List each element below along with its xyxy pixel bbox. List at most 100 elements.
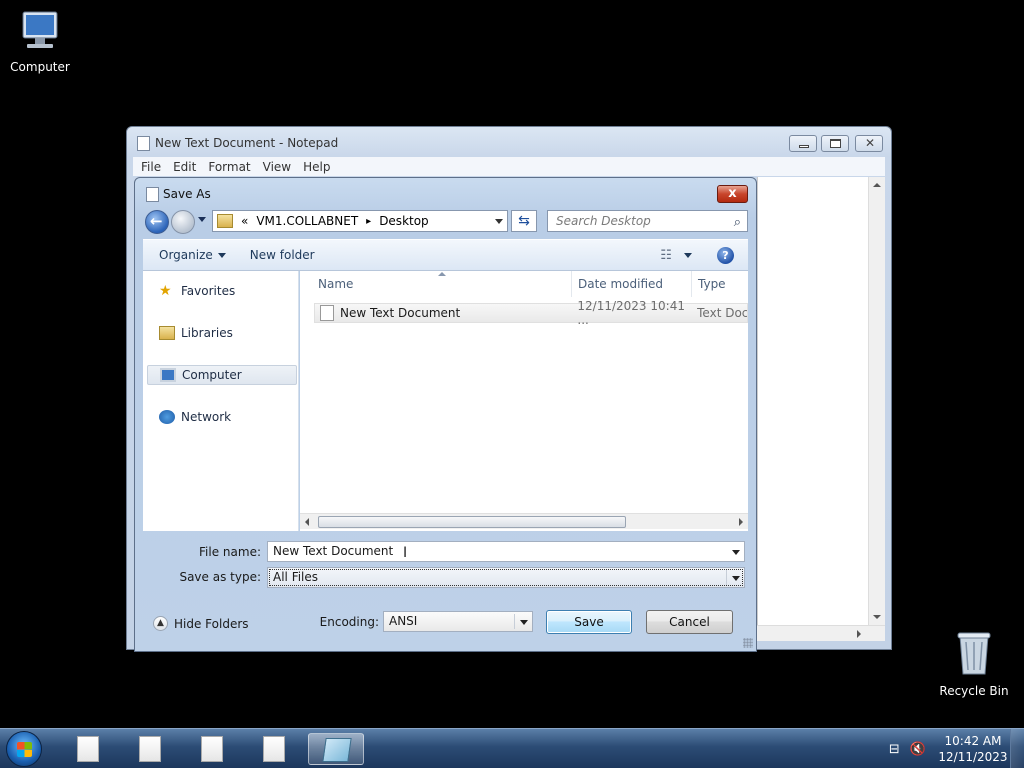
breadcrumb-desktop[interactable]: Desktop [379,214,429,228]
address-chevron[interactable]: « [241,214,248,228]
menu-help[interactable]: Help [299,160,334,174]
column-header-name[interactable]: Name [300,271,572,297]
notepad-horizontal-scrollbar[interactable] [757,625,885,641]
volume-muted-icon[interactable]: 🔇 [910,742,926,757]
clock-time: 10:42 AM [944,734,1002,748]
nav-libraries-label: Libraries [181,326,233,340]
clock-date: 12/11/2023 [938,750,1008,764]
nav-item-network[interactable]: Network [147,407,297,427]
clock[interactable]: 10:42 AM 12/11/2023 [936,733,1010,765]
document-icon [139,736,161,762]
hide-folders-label: Hide Folders [174,616,249,631]
navigation-pane[interactable]: ★ Favorites Libraries Computer Network [143,271,299,531]
refresh-button[interactable]: ⇆ [511,210,537,232]
menu-file[interactable]: File [137,160,165,174]
column-header-date[interactable]: Date modified [572,271,692,297]
nav-network-label: Network [181,410,232,424]
help-button[interactable]: ? [717,247,734,264]
maximize-button[interactable] [821,135,849,152]
folder-icon [217,214,233,228]
chevron-down-icon[interactable] [732,550,740,555]
scrollbar-thumb[interactable] [318,516,626,528]
file-list-pane[interactable]: Name Date modified Type New Text Documen… [300,271,748,531]
menu-view[interactable]: View [259,160,295,174]
nav-item-favorites[interactable]: ★ Favorites [147,281,297,301]
encoding-select[interactable]: ANSI [383,611,533,632]
recycle-bin-label: Recycle Bin [939,684,1009,698]
show-desktop-button[interactable] [1010,729,1024,768]
breadcrumb-vm1[interactable]: VM1.COLLABNET [256,214,358,228]
cancel-button[interactable]: Cancel [646,610,733,634]
address-dropdown-icon[interactable] [495,219,503,224]
chevron-down-icon[interactable] [732,576,740,581]
computer-label: Computer [10,60,70,74]
organize-label: Organize [159,248,213,262]
dialog-close-button[interactable]: x [717,185,748,203]
nav-item-computer[interactable]: Computer [147,365,297,385]
search-placeholder: Search Desktop [556,214,651,228]
encoding-label: Encoding: [319,615,379,629]
nav-item-libraries[interactable]: Libraries [147,323,297,343]
libraries-icon [159,326,175,340]
save-type-label: Save as type: [179,570,261,584]
nav-favorites-label: Favorites [181,284,236,298]
refresh-icon: ⇆ [518,213,530,229]
search-input[interactable]: Search Desktop ⌕ [547,210,748,232]
menu-format[interactable]: Format [204,160,254,174]
chevron-down-icon[interactable] [520,620,528,625]
computer-icon [22,11,58,48]
file-date: 12/11/2023 10:41 ... [577,299,685,327]
notepad-menubar: File Edit Format View Help [133,157,885,176]
taskbar-item-document-1[interactable] [60,733,116,765]
taskbar: ⊟ 🔇 10:42 AM 12/11/2023 [0,728,1024,768]
menu-edit[interactable]: Edit [169,160,200,174]
scroll-left-icon[interactable] [305,518,309,526]
save-button[interactable]: Save [546,610,632,634]
notepad-text-area[interactable] [757,177,885,641]
organize-button[interactable]: Organize [151,248,234,262]
dialog-icon [146,187,159,202]
file-list-horizontal-scrollbar[interactable] [300,513,748,529]
taskbar-item-notepad[interactable] [308,733,364,765]
new-folder-button[interactable]: New folder [242,248,323,262]
taskbar-item-document-4[interactable] [246,733,302,765]
file-name: New Text Document [339,306,461,320]
notepad-close-button[interactable]: ✕ [855,135,883,152]
resize-grip-icon[interactable] [743,638,753,648]
details-view-icon: ☷ [660,248,672,263]
dialog-title: Save As [163,187,211,201]
file-name-field[interactable]: New Text Document [267,541,745,562]
taskbar-item-document-2[interactable] [122,733,178,765]
close-icon: x [728,186,737,201]
minimize-icon [799,145,809,148]
chevron-down-icon [217,253,226,258]
breadcrumb-separator-icon[interactable]: ▸ [366,216,371,227]
notepad-vertical-scrollbar[interactable] [868,177,885,625]
save-as-type-select[interactable]: All Files [267,567,745,588]
network-status-icon[interactable]: ⊟ [889,742,900,757]
start-button[interactable] [6,731,42,767]
taskbar-item-document-3[interactable] [184,733,240,765]
minimize-button[interactable] [789,135,817,152]
text-file-icon [320,305,334,321]
scroll-right-icon [857,630,861,638]
hide-folders-button[interactable]: ▲ Hide Folders [153,616,249,631]
forward-button[interactable] [171,210,195,234]
maximize-icon [830,139,841,148]
help-icon: ? [722,249,729,262]
chevron-down-icon [684,253,692,258]
desktop-icon-recycle-bin[interactable]: Recycle Bin [934,630,1014,698]
file-type: Text Document [697,306,747,320]
address-bar[interactable]: « VM1.COLLABNET ▸ Desktop [212,210,508,232]
scroll-right-icon[interactable] [739,518,743,526]
network-icon [159,410,175,424]
change-view-button[interactable]: ☷ [660,248,692,263]
system-tray: ⊟ 🔇 10:42 AM 12/11/2023 [889,729,1024,768]
file-name-label: File name: [199,545,261,559]
column-header-type[interactable]: Type [692,271,750,297]
file-row[interactable]: New Text Document 12/11/2023 10:41 ... T… [314,299,748,327]
recent-pages-dropdown[interactable] [198,217,206,222]
save-as-dialog[interactable]: Save As x « VM1.COLLABNET ▸ Desktop ⇆ Se… [134,177,757,652]
desktop-icon-computer[interactable]: Computer [0,10,80,74]
back-button[interactable] [145,210,169,234]
